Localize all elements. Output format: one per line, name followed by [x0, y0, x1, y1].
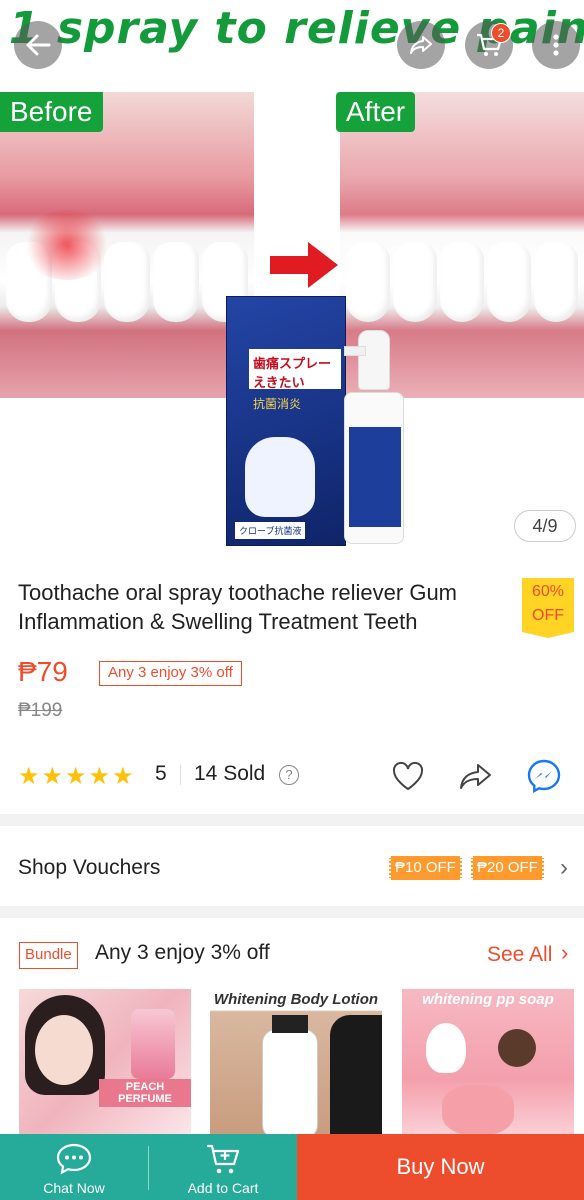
- discount-percent: 60%: [531, 583, 565, 600]
- bundle-item[interactable]: whitening pp soap: [402, 989, 574, 1139]
- cart-count-badge: 2: [491, 23, 511, 43]
- star-icon: ★: [88, 763, 111, 790]
- divider: [180, 765, 181, 785]
- discount-badge: 60% OFF: [522, 578, 574, 638]
- after-label: After: [336, 92, 416, 132]
- arrow-right-icon: [270, 242, 338, 288]
- section-divider: [0, 906, 584, 918]
- shop-vouchers-label: Shop Vouchers: [18, 856, 161, 879]
- promo-tag[interactable]: Any 3 enjoy 3% off: [99, 661, 242, 686]
- bundle-item-caption: Whitening Body Lotion: [213, 991, 379, 1008]
- before-photo: [0, 92, 254, 398]
- add-to-cart-icon: [207, 1144, 240, 1174]
- heart-icon: [392, 761, 424, 791]
- add-to-cart-button[interactable]: Add to Cart: [149, 1134, 297, 1200]
- product-box-image: 歯痛スプレー えきたい 抗菌消炎 クローブ抗菌液: [226, 296, 346, 546]
- share-button[interactable]: [397, 21, 445, 69]
- current-price: ₱79: [18, 656, 68, 687]
- section-divider: [0, 814, 584, 826]
- messenger-icon: [527, 759, 561, 794]
- chevron-right-icon: ›: [561, 940, 569, 965]
- image-pager: 4/9: [514, 510, 576, 542]
- bundle-item-caption: whitening pp soap: [422, 991, 554, 1008]
- spray-bottle-image: [344, 330, 404, 544]
- chevron-right-icon: ›: [560, 854, 568, 881]
- more-options-button[interactable]: [532, 21, 580, 69]
- star-icon: ★: [112, 763, 134, 790]
- share-product-button[interactable]: [456, 756, 496, 796]
- bundle-tag: Bundle: [19, 942, 78, 969]
- original-price: ₱199: [18, 700, 63, 721]
- share-icon: [410, 36, 432, 54]
- chat-icon: [56, 1143, 92, 1175]
- voucher-chip[interactable]: ₱20 OFF: [471, 856, 544, 880]
- buy-now-button[interactable]: Buy Now: [297, 1134, 584, 1200]
- star-rating[interactable]: ★ ★ ★ ★ ★: [18, 762, 134, 791]
- star-icon: ★: [41, 763, 64, 790]
- product-page: { "hero": { "banner_text": "1 spray to r…: [0, 0, 584, 1200]
- cart-button[interactable]: 2: [465, 21, 513, 69]
- bundle-item-caption: PEACH PERFUME: [99, 1079, 191, 1107]
- discount-off-label: OFF: [532, 607, 564, 624]
- bundle-title: Any 3 enjoy 3% off: [95, 941, 270, 964]
- rating-value: 5: [155, 762, 167, 785]
- help-icon[interactable]: ?: [279, 765, 299, 785]
- chat-now-button[interactable]: Chat Now: [0, 1134, 148, 1200]
- star-icon: ★: [18, 763, 40, 790]
- arrow-left-icon: [26, 34, 51, 56]
- product-image-carousel[interactable]: 1 spray to relieve pain Before After 歯痛ス…: [0, 0, 584, 560]
- chat-now-label: Chat Now: [43, 1180, 105, 1196]
- voucher-chip[interactable]: ₱10 OFF: [389, 856, 462, 880]
- like-button[interactable]: [388, 756, 428, 796]
- bundle-item[interactable]: Whitening Body Lotion: [210, 989, 382, 1139]
- more-vertical-icon: [553, 34, 559, 56]
- product-title: Toothache oral spray toothache reliever …: [18, 580, 458, 634]
- bundle-item[interactable]: PEACH PERFUME: [19, 989, 191, 1139]
- messenger-button[interactable]: [524, 756, 564, 796]
- bottom-bar-left: Chat Now Add to Cart: [0, 1134, 297, 1200]
- back-button[interactable]: [14, 21, 62, 69]
- share-icon: [460, 764, 491, 789]
- sold-count: 14 Sold: [194, 762, 266, 785]
- before-label: Before: [0, 92, 103, 132]
- add-to-cart-label: Add to Cart: [187, 1180, 259, 1196]
- see-all-link[interactable]: See All: [487, 943, 552, 967]
- star-icon: ★: [65, 763, 87, 790]
- bottom-action-bar: Chat Now Add to Cart Buy Now: [0, 1134, 584, 1200]
